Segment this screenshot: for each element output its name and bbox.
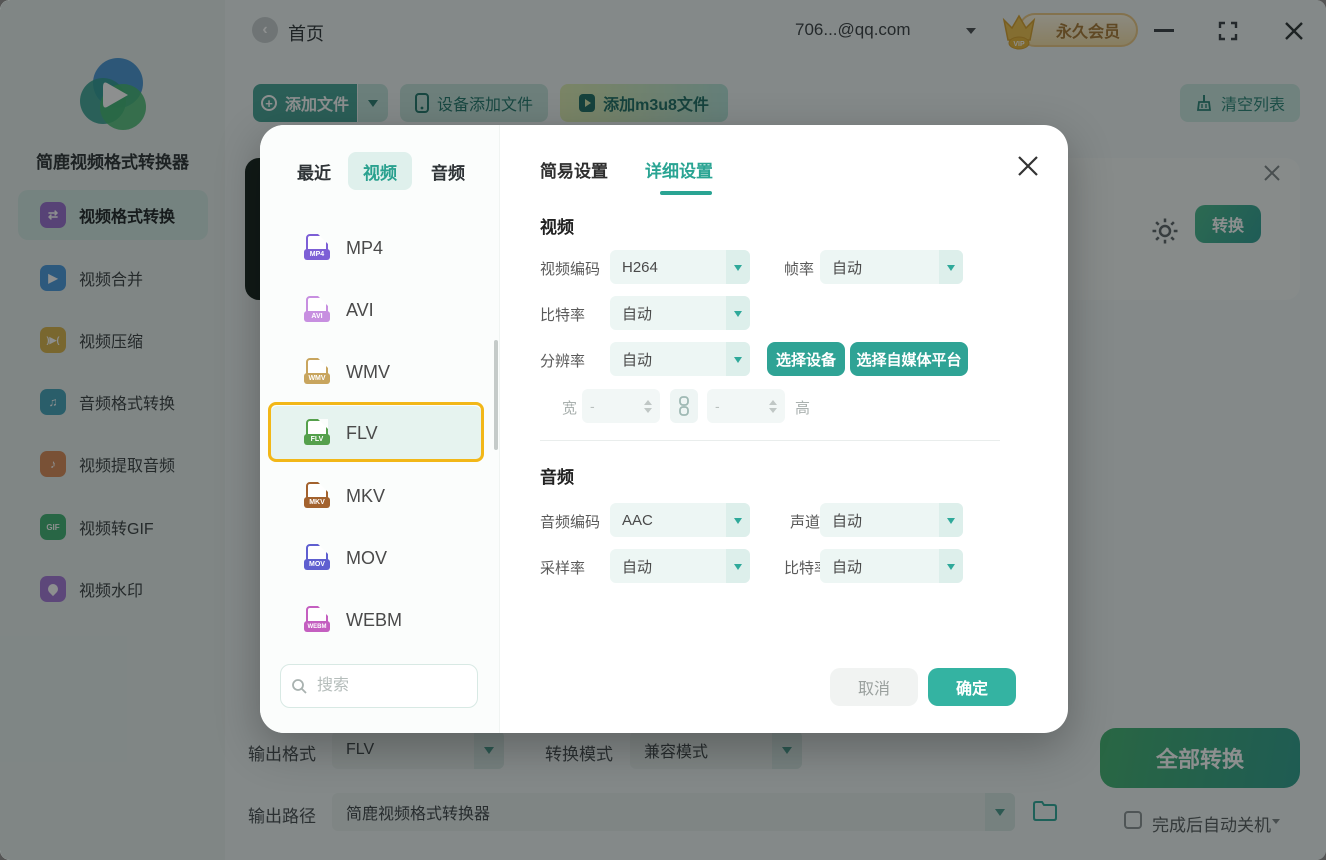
- select-platform-label: 选择自媒体平台: [856, 351, 962, 369]
- confirm-label: 确定: [955, 681, 988, 698]
- tab-recent-label: 最近: [297, 163, 331, 183]
- chevron-down-icon: [726, 296, 750, 330]
- format-label: MKV: [346, 485, 386, 506]
- chevron-down-icon: [726, 503, 750, 537]
- select-platform-button[interactable]: 选择自媒体平台: [850, 342, 968, 376]
- tab-video[interactable]: 视频: [348, 152, 412, 190]
- lock-aspect-link-icon[interactable]: [670, 389, 698, 423]
- format-settings-modal: 最近 视频 音频 MP4 MP4 AVI AVI WMV WMV FLV FLV…: [260, 125, 1068, 733]
- tab-audio-label: 音频: [431, 163, 465, 183]
- format-item-wmv[interactable]: WMV WMV: [270, 345, 482, 399]
- select-device-label: 选择设备: [775, 351, 836, 369]
- format-item-mkv[interactable]: MKV MKV: [270, 469, 482, 523]
- resolution-label: 分辨率: [540, 353, 586, 370]
- format-search-box: [280, 664, 478, 708]
- resolution-value: 自动: [622, 351, 653, 369]
- height-value: -: [715, 398, 720, 414]
- tab-simple-settings[interactable]: 简易设置: [540, 157, 608, 182]
- search-icon: [292, 679, 307, 694]
- cancel-label: 取消: [857, 681, 890, 698]
- audio-codec-label: 音频编码: [540, 514, 601, 531]
- video-codec-value: H264: [622, 258, 658, 276]
- audio-bitrate-value: 自动: [832, 558, 863, 576]
- width-label: 宽: [562, 400, 578, 417]
- height-label: 高: [795, 400, 811, 417]
- height-stepper[interactable]: -: [707, 389, 785, 423]
- video-bitrate-label: 比特率: [540, 307, 586, 324]
- section-divider: [540, 440, 1000, 441]
- chevron-down-icon: [939, 503, 963, 537]
- tab-audio[interactable]: 音频: [422, 152, 474, 190]
- channel-value: 自动: [832, 512, 863, 530]
- framerate-label: 帧率: [784, 261, 815, 278]
- flv-file-icon: FLV: [304, 419, 330, 447]
- framerate-value: 自动: [832, 259, 863, 277]
- video-codec-label: 视频编码: [540, 261, 601, 278]
- format-label: MP4: [346, 237, 384, 258]
- chevron-down-icon: [939, 250, 963, 284]
- chevron-down-icon: [726, 342, 750, 376]
- channel-label: 声道: [790, 514, 821, 531]
- samplerate-label: 采样率: [540, 560, 586, 577]
- channel-select[interactable]: 自动: [820, 503, 963, 537]
- mkv-file-icon: MKV: [304, 482, 330, 510]
- samplerate-value: 自动: [622, 558, 653, 576]
- cancel-button[interactable]: 取消: [830, 668, 918, 706]
- wmv-file-icon: WMV: [304, 358, 330, 386]
- format-label: FLV: [346, 422, 378, 443]
- active-tab-underline: [660, 191, 712, 195]
- format-label: WEBM: [346, 609, 402, 630]
- chevron-down-icon: [939, 549, 963, 583]
- resolution-select[interactable]: 自动: [610, 342, 750, 376]
- format-chooser-panel: 最近 视频 音频 MP4 MP4 AVI AVI WMV WMV FLV FLV…: [260, 125, 500, 733]
- chevron-down-icon: [726, 549, 750, 583]
- video-codec-select[interactable]: H264: [610, 250, 750, 284]
- avi-file-icon: AVI: [304, 296, 330, 324]
- format-item-avi[interactable]: AVI AVI: [270, 283, 482, 337]
- close-modal-icon[interactable]: [1016, 154, 1040, 178]
- audio-codec-select[interactable]: AAC: [610, 503, 750, 537]
- audio-codec-value: AAC: [622, 511, 653, 529]
- width-value: -: [590, 398, 595, 414]
- format-label: AVI: [346, 299, 374, 320]
- video-bitrate-select[interactable]: 自动: [610, 296, 750, 330]
- audio-bitrate-select[interactable]: 自动: [820, 549, 963, 583]
- app-window: 简鹿视频格式转换器 ⇄ 视频格式转换 ▶ 视频合并 )▶( 视频压缩 ♫ 音频格…: [0, 0, 1326, 860]
- format-item-flv[interactable]: FLV FLV: [270, 406, 482, 460]
- stepper-arrows-icon[interactable]: [644, 396, 652, 417]
- format-item-webm[interactable]: WEBM WEBM: [270, 593, 482, 647]
- confirm-button[interactable]: 确定: [928, 668, 1016, 706]
- format-item-mp4[interactable]: MP4 MP4: [270, 221, 482, 275]
- mp4-file-icon: MP4: [304, 234, 330, 262]
- video-section-title: 视频: [540, 218, 574, 237]
- format-item-mov[interactable]: MOV MOV: [270, 531, 482, 585]
- format-label: MOV: [346, 547, 388, 568]
- select-device-button[interactable]: 选择设备: [767, 342, 845, 376]
- chevron-down-icon: [726, 250, 750, 284]
- webm-file-icon: WEBM: [304, 606, 330, 634]
- mov-file-icon: MOV: [304, 544, 330, 572]
- tab-detail-label: 详细设置: [645, 162, 713, 181]
- tab-recent[interactable]: 最近: [288, 152, 340, 190]
- framerate-select[interactable]: 自动: [820, 250, 963, 284]
- video-bitrate-value: 自动: [622, 305, 653, 323]
- width-stepper[interactable]: -: [582, 389, 660, 423]
- tab-detail-settings[interactable]: 详细设置: [645, 157, 713, 182]
- audio-section-title: 音频: [540, 468, 574, 487]
- tab-simple-label: 简易设置: [540, 162, 608, 181]
- format-label: WMV: [346, 361, 390, 382]
- format-list-scrollbar[interactable]: [494, 340, 498, 450]
- stepper-arrows-icon[interactable]: [769, 396, 777, 417]
- tab-video-label: 视频: [363, 163, 397, 183]
- samplerate-select[interactable]: 自动: [610, 549, 750, 583]
- search-input[interactable]: [315, 676, 445, 696]
